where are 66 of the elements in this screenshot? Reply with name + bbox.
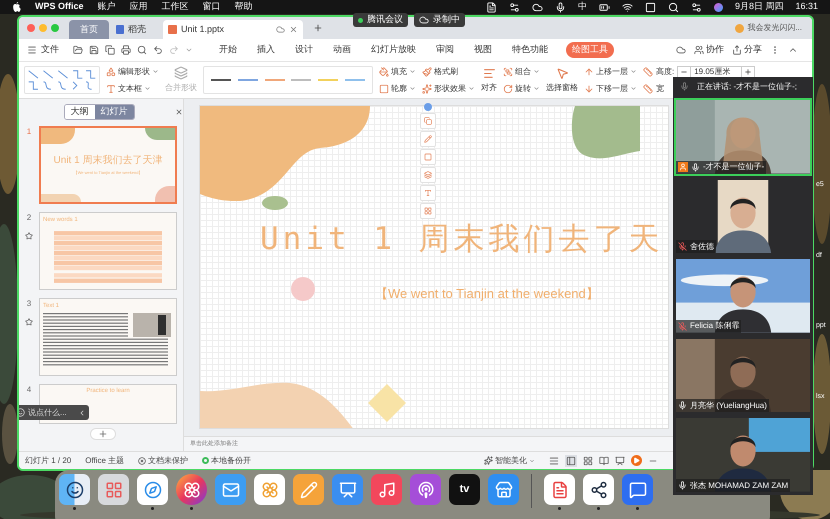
ribbon-tab[interactable]: 开始 [217, 43, 239, 57]
file-menu[interactable]: 文件 [27, 43, 59, 57]
slide-subtitle: 【We went to Tianjin at the weekend】 [375, 285, 599, 303]
ribbon-tab[interactable]: 特色功能 [510, 43, 550, 57]
rotate-button[interactable]: 旋转 [503, 82, 540, 94]
fill-button[interactable]: 填充 [379, 66, 416, 78]
chat-input-toast[interactable]: 说点什么... [19, 405, 89, 420]
format-painter-button[interactable]: 格式刷 [422, 66, 458, 78]
share-button[interactable]: 分享 [732, 43, 762, 57]
participant-name: 月亮华 (YueliangHua) [690, 400, 767, 412]
edit-shape-button[interactable]: 编辑形状 [106, 66, 159, 78]
video-tile[interactable]: 月亮华 (YueliangHua) [674, 336, 812, 414]
document-tab[interactable]: Unit 1.pptx [163, 20, 303, 39]
theme-name[interactable]: Office 主题 [85, 454, 124, 466]
menu-item[interactable]: 账户 [98, 0, 116, 14]
collaborate-button[interactable]: 协作 [694, 43, 724, 57]
send-backward-button[interactable]: 下移一层 [584, 82, 637, 94]
clock-text[interactable]: 16:31 [795, 0, 818, 14]
slide-title: Unit 1 周末我们去了天 [260, 224, 664, 255]
thumbnail-title: Unit 1 周末我们去了天津 [54, 154, 162, 168]
slide-number: 2 [26, 212, 32, 224]
ribbon-tab[interactable]: 动画 [331, 43, 353, 57]
meeting-app-label: 腾讯会议 [367, 13, 403, 26]
view-toggle-option[interactable]: 大纲 [64, 105, 94, 118]
ribbon-tab[interactable]: 幻灯片放映 [369, 43, 418, 57]
participant-name: 舍佐德 [690, 240, 714, 253]
slide-number: 1 [26, 126, 32, 138]
shape-effects-button[interactable]: 形状效果 [422, 82, 475, 94]
smart-beautify-button[interactable]: 智能美化 [484, 454, 536, 466]
ribbon-tab[interactable]: 审阅 [434, 43, 456, 57]
menu-item[interactable]: 帮助 [234, 0, 253, 14]
ribbon-tab[interactable]: 插入 [255, 43, 277, 57]
active-speaker-label: 正在讲话: -才不是一位仙子-; [697, 80, 797, 93]
height-label: 高度: [656, 66, 674, 78]
ribbon-tab[interactable]: 视图 [472, 43, 494, 57]
slide-number: 3 [26, 298, 32, 310]
backup-status[interactable]: 本地备份开 [202, 454, 252, 466]
width-label: 宽 [656, 82, 664, 94]
participant-name: Felicia 陈俐霏 [690, 320, 740, 332]
user-name[interactable]: 我会发光闪闪... [747, 22, 802, 34]
text-box-button[interactable]: 文本框 [106, 82, 159, 94]
slide-number: 4 [26, 384, 32, 396]
selection-pane-button[interactable]: 选择窗格 [546, 66, 578, 94]
menu-item[interactable]: 应用 [130, 0, 148, 14]
slide-counter: 幻灯片 1 / 20 [25, 454, 72, 466]
date-text[interactable]: 9月8日 周四 [734, 0, 784, 14]
view-toggle-option[interactable]: 幻灯片 [94, 105, 134, 118]
ribbon-tab[interactable]: 设计 [293, 43, 315, 57]
meeting-status-pill[interactable]: 腾讯会议 [353, 13, 408, 27]
document-tab[interactable]: 稻壳 [111, 20, 161, 39]
app-name[interactable]: WPS Office [35, 0, 84, 14]
participant-name: -才不是一位仙子- [703, 161, 764, 174]
protection-status[interactable]: 文档未保护 [138, 454, 188, 466]
video-tile[interactable]: -才不是一位仙子- [674, 98, 812, 176]
view-toggle[interactable]: 大纲 幻灯片 [64, 104, 134, 120]
menu-item[interactable]: 窗口 [202, 0, 221, 14]
group-button[interactable]: 组合 [503, 66, 540, 78]
align-button[interactable]: 对齐 [481, 66, 497, 94]
input-method[interactable]: 中 [578, 0, 587, 14]
recording-label: 录制中 [433, 13, 460, 26]
video-tile[interactable]: Felicia 陈俐霏 [674, 257, 812, 335]
outline-button[interactable]: 轮廓 [379, 82, 416, 94]
recording-pill[interactable]: 录制中 [414, 13, 465, 27]
bring-forward-button[interactable]: 上移一层 [584, 66, 637, 78]
tv-app-icon[interactable]: tv [449, 474, 480, 505]
menu-item[interactable]: 工作区 [162, 0, 189, 14]
